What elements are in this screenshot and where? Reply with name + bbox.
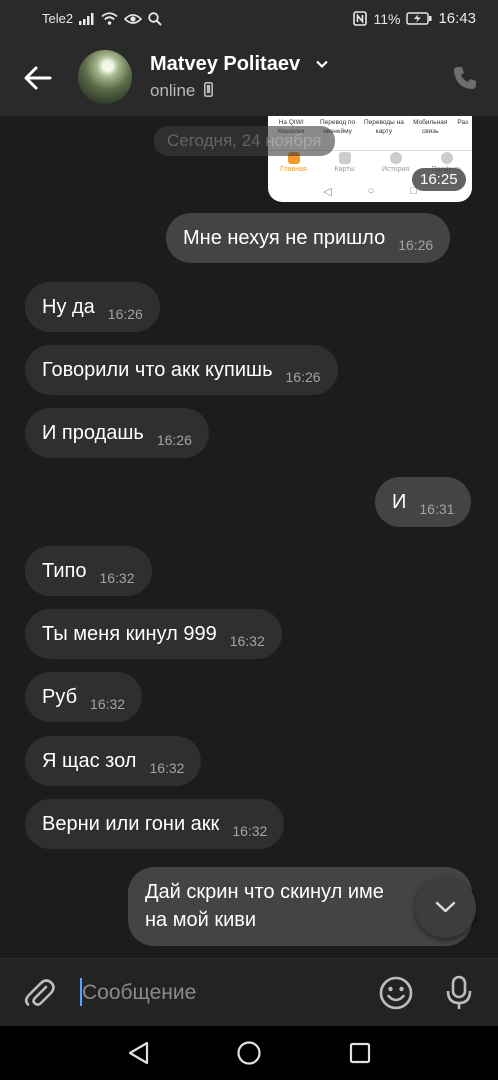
message-time: 16:32 (90, 696, 126, 712)
message-text: Верни или гони акк (42, 812, 220, 835)
status-bar: Tele2 11% 16:43 (0, 0, 498, 38)
wifi-icon (101, 12, 118, 25)
online-status-text: online (150, 81, 196, 100)
circle-home-icon: ○ (367, 185, 375, 197)
message-time: 16:26 (156, 432, 192, 448)
qiwi-history-icon (389, 152, 402, 164)
message-time: 16:26 (107, 306, 143, 322)
paperclip-icon[interactable] (22, 976, 56, 1010)
message-text: Мне нехуя не пришло (183, 226, 386, 249)
message-text: И (392, 490, 407, 513)
message-bubble-incoming[interactable]: Говорили что акк купишь 16:26 (25, 345, 338, 395)
message-time: 16:32 (232, 823, 268, 839)
message-bubble-incoming[interactable]: И продашь 16:26 (25, 408, 209, 458)
system-nav-bar (0, 1026, 498, 1080)
qiwi-tab-home: Главная (268, 152, 319, 180)
circle-home-icon[interactable] (236, 1040, 262, 1066)
message-time: 16:32 (229, 633, 265, 649)
triangle-back-icon: ◁ (323, 185, 332, 198)
battery-percent: 11% (373, 10, 401, 27)
search-icon (148, 11, 162, 26)
arrow-left-icon[interactable] (20, 60, 56, 96)
chevron-down-icon (435, 901, 456, 913)
qiwi-profile-icon (440, 152, 453, 164)
message-time: 16:32 (149, 760, 185, 776)
chevron-down-icon[interactable] (315, 57, 329, 71)
message-bubble-incoming[interactable]: Верни или гони акк 16:32 (25, 799, 285, 849)
smiley-icon[interactable] (378, 975, 414, 1011)
message-bubble-incoming[interactable]: Руб 16:32 (25, 672, 143, 722)
qiwi-tab-label: История (381, 166, 410, 173)
microphone-icon[interactable] (444, 975, 474, 1011)
message-text: Ты меня кинул 999 (42, 622, 217, 645)
status-left: Tele2 (42, 11, 162, 26)
avatar[interactable] (78, 50, 132, 104)
message-text: Руб (42, 685, 78, 708)
message-bubble-incoming[interactable]: Я щас зол 16:32 (25, 736, 202, 786)
message-time: 16:25 (412, 168, 466, 191)
qiwi-menu-item: Мобильная связь (413, 119, 448, 135)
message-time: 16:26 (398, 237, 434, 253)
message-text: Типо (42, 559, 87, 582)
carrier-label: Tele2 (42, 11, 74, 26)
message-bubble-incoming[interactable]: Типо 16:32 (25, 546, 152, 596)
message-composer (0, 958, 498, 1027)
message-bubble-outgoing[interactable]: И 16:31 (375, 477, 472, 527)
message-input[interactable] (82, 973, 362, 1013)
message-text-line: Дай скрин что скинул име (145, 881, 384, 903)
message-list[interactable]: На QIWI Кошелек Перевод по никнейму Пере… (0, 116, 498, 958)
qiwi-tab-label: Карты (334, 166, 355, 173)
date-divider: Сегодня, 24 ноября (154, 126, 335, 156)
message-text-line: на мой киви (145, 909, 257, 931)
scroll-to-bottom-button[interactable] (415, 877, 476, 938)
qiwi-tab-cards: Карты (319, 152, 370, 180)
triangle-back-icon[interactable] (126, 1040, 152, 1066)
chat-header: Matvey Politaev online (0, 38, 498, 116)
qiwi-tab-label: Главная (280, 166, 307, 173)
message-text: И продашь (42, 421, 144, 444)
qiwi-cards-icon (338, 152, 351, 164)
message-bubble-incoming[interactable]: Ты меня кинул 999 16:32 (25, 609, 282, 659)
message-text: Говорили что акк купишь (42, 358, 273, 381)
status-right: 11% 16:43 (353, 10, 476, 27)
eye-icon (124, 13, 143, 24)
contact-name[interactable]: Matvey Politaev (150, 53, 300, 76)
signal-icon (79, 12, 94, 25)
qiwi-menu-item: Раз (457, 119, 469, 126)
square-recent-icon[interactable] (348, 1041, 372, 1065)
battery-icon (406, 12, 432, 25)
phone-icon[interactable] (452, 65, 478, 91)
message-text: Ну да (42, 295, 95, 318)
online-status: online (150, 81, 214, 101)
nfc-icon (353, 11, 368, 26)
message-time: 16:31 (419, 501, 455, 517)
mobile-device-icon (204, 82, 214, 97)
clock: 16:43 (438, 10, 476, 27)
message-text: Я щас зол (42, 749, 137, 772)
message-time: 16:32 (99, 570, 135, 586)
qiwi-menu-item: Переводы на карту (363, 119, 404, 135)
message-bubble-incoming[interactable]: Ну да 16:26 (25, 282, 160, 332)
message-bubble-outgoing[interactable]: Мне нехуя не пришло 16:26 (166, 213, 451, 263)
message-time: 16:26 (285, 369, 321, 385)
